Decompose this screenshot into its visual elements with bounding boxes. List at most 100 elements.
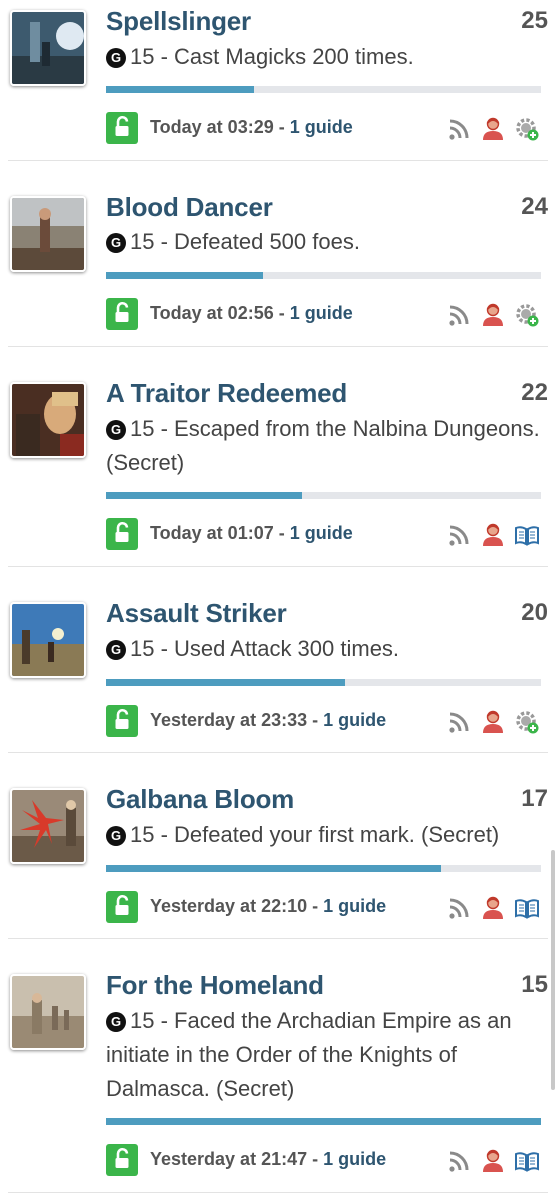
unlock-icon	[106, 891, 138, 923]
progress-fill	[106, 492, 302, 499]
book-icon[interactable]	[514, 895, 540, 921]
achievement-title[interactable]: Assault Striker	[106, 598, 287, 629]
separator: -	[307, 896, 324, 916]
achievement-title[interactable]: For the Homeland	[106, 970, 324, 1001]
unlock-icon	[106, 1144, 138, 1176]
achievement-title[interactable]: Spellslinger	[106, 6, 251, 37]
user-icon[interactable]	[480, 522, 506, 548]
rss-icon[interactable]	[446, 709, 472, 735]
settings-icon[interactable]	[514, 302, 540, 328]
achievement-row: Assault Striker 20 G 15 - Used Attack 300…	[8, 566, 548, 753]
rss-icon[interactable]	[446, 302, 472, 328]
achievement-title[interactable]: A Traitor Redeemed	[106, 378, 347, 409]
description-text: Defeated 500 foes.	[174, 229, 360, 254]
achievement-footer: Yesterday at 21:47 - 1 guide	[106, 1144, 546, 1176]
unlock-date: Yesterday at 22:10 - 1 guide	[150, 896, 386, 917]
unlock-date: Today at 02:56 - 1 guide	[150, 303, 353, 324]
progress-bar	[106, 272, 541, 279]
rss-icon[interactable]	[446, 895, 472, 921]
progress-fill	[106, 272, 263, 279]
achievement-footer: Today at 03:29 - 1 guide	[106, 112, 546, 144]
unlock-date: Yesterday at 23:33 - 1 guide	[150, 710, 386, 731]
separator: -	[154, 1008, 175, 1033]
progress-fill	[106, 1118, 541, 1125]
guide-link[interactable]: 1 guide	[323, 1149, 386, 1169]
unlock-icon	[106, 705, 138, 737]
achievement-footer: Today at 01:07 - 1 guide	[106, 518, 546, 550]
achievement-row: Spellslinger 25 G 15 - Cast Magicks 200 t…	[8, 0, 548, 161]
gamerscore-icon: G	[106, 48, 126, 68]
guide-link[interactable]: 1 guide	[290, 117, 353, 137]
achievement-image[interactable]	[10, 10, 86, 86]
book-icon[interactable]	[514, 1148, 540, 1174]
unlock-date-text: Yesterday at 22:10	[150, 896, 308, 916]
achievement-description: G 15 - Defeated your first mark. (Secret)	[106, 818, 546, 852]
separator: -	[307, 710, 324, 730]
user-icon[interactable]	[480, 709, 506, 735]
gamerscore-icon: G	[106, 420, 126, 440]
achievement-score: 20	[521, 599, 548, 626]
unlock-date-text: Today at 01:07	[150, 523, 274, 543]
guide-link[interactable]: 1 guide	[323, 710, 386, 730]
gamerscore-value: 15	[130, 416, 155, 441]
action-icons	[446, 709, 542, 735]
guide-link[interactable]: 1 guide	[290, 303, 353, 323]
user-icon[interactable]	[480, 302, 506, 328]
description-text: Cast Magicks 200 times.	[174, 44, 414, 69]
description-text: Used Attack 300 times.	[174, 636, 400, 661]
progress-fill	[106, 865, 441, 872]
achievement-score: 17	[521, 785, 548, 812]
progress-bar	[106, 865, 541, 872]
settings-icon[interactable]	[514, 116, 540, 142]
achievement-description: G 15 - Cast Magicks 200 times.	[106, 40, 546, 74]
user-icon[interactable]	[480, 116, 506, 142]
progress-bar	[106, 86, 541, 93]
user-icon[interactable]	[480, 895, 506, 921]
achievement-score: 15	[521, 971, 548, 998]
rss-icon[interactable]	[446, 116, 472, 142]
action-icons	[446, 1148, 542, 1174]
achievement-image[interactable]	[10, 196, 86, 272]
unlock-icon	[106, 298, 138, 330]
achievement-title[interactable]: Blood Dancer	[106, 192, 273, 223]
guide-link[interactable]: 1 guide	[290, 523, 353, 543]
achievement-footer: Today at 02:56 - 1 guide	[106, 298, 546, 330]
separator: -	[154, 229, 175, 254]
unlock-date: Today at 01:07 - 1 guide	[150, 523, 353, 544]
separator: -	[154, 636, 175, 661]
action-icons	[446, 895, 542, 921]
achievement-row: Blood Dancer 24 G 15 - Defeated 500 foes.…	[8, 160, 548, 347]
rss-icon[interactable]	[446, 522, 472, 548]
gamerscore-icon: G	[106, 640, 126, 660]
scrollbar[interactable]	[551, 850, 555, 1090]
unlock-date-text: Yesterday at 23:33	[150, 710, 308, 730]
progress-fill	[106, 86, 254, 93]
achievement-image[interactable]	[10, 602, 86, 678]
rss-icon[interactable]	[446, 1148, 472, 1174]
gamerscore-value: 15	[130, 636, 155, 661]
gamerscore-value: 15	[130, 822, 155, 847]
achievement-description: G 15 - Used Attack 300 times.	[106, 632, 546, 666]
achievement-image[interactable]	[10, 974, 86, 1050]
progress-bar	[106, 679, 541, 686]
separator: -	[273, 523, 290, 543]
achievement-image[interactable]	[10, 382, 86, 458]
unlock-date-text: Today at 03:29	[150, 117, 274, 137]
user-icon[interactable]	[480, 1148, 506, 1174]
settings-icon[interactable]	[514, 709, 540, 735]
achievement-image[interactable]	[10, 788, 86, 864]
progress-bar	[106, 1118, 541, 1125]
achievement-score: 24	[521, 193, 548, 220]
achievement-row: For the Homeland 15 G 15 - Faced the Arch…	[8, 938, 548, 1193]
gamerscore-icon: G	[106, 1012, 126, 1032]
separator: -	[154, 822, 175, 847]
achievement-description: G 15 - Escaped from the Nalbina Dungeons.…	[106, 412, 546, 480]
achievement-footer: Yesterday at 22:10 - 1 guide	[106, 891, 546, 923]
description-text: Defeated your first mark. (Secret)	[174, 822, 500, 847]
guide-link[interactable]: 1 guide	[323, 896, 386, 916]
book-icon[interactable]	[514, 522, 540, 548]
achievement-title[interactable]: Galbana Bloom	[106, 784, 294, 815]
unlock-date: Yesterday at 21:47 - 1 guide	[150, 1149, 386, 1170]
separator: -	[307, 1149, 324, 1169]
gamerscore-value: 15	[130, 1008, 155, 1033]
